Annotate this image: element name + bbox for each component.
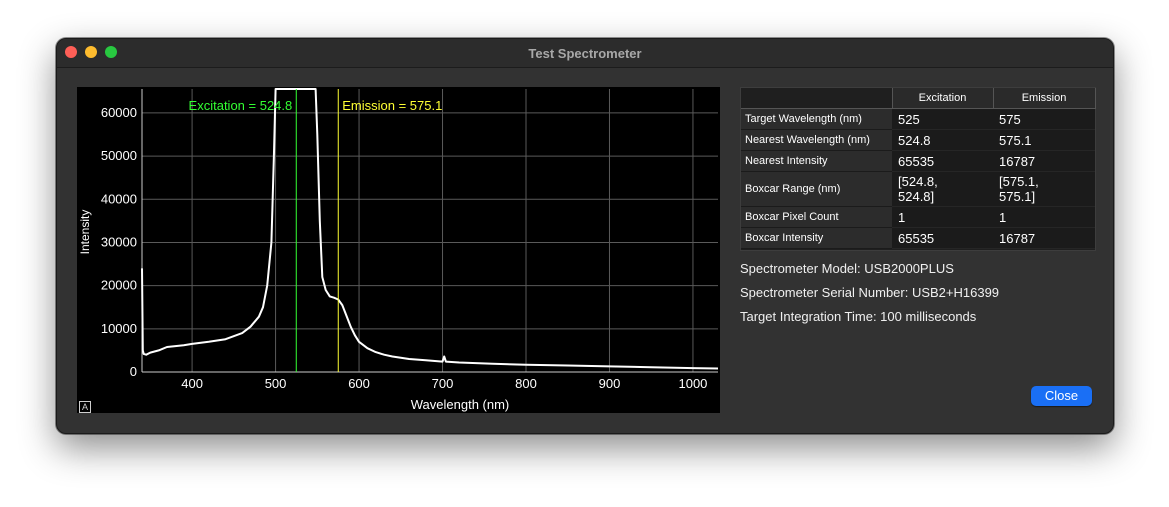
- close-button[interactable]: Close: [1031, 386, 1092, 406]
- table-corner: [741, 88, 893, 109]
- excitation-range-end: 524.8]: [898, 189, 935, 204]
- spectrometer-window: Test Spectrometer 400 500 600 700 800 900 1000…: [56, 38, 1114, 434]
- excitation-marker-label: Excitation = 524.8: [189, 98, 293, 113]
- table-row: Target Wavelength (nm) 525 575: [741, 108, 1095, 130]
- y-tick-label: 60000: [101, 105, 137, 120]
- emission-cell[interactable]: [575.1, 575.1]: [993, 171, 1095, 207]
- y-axis-label: Intensity: [78, 210, 92, 255]
- emission-cell[interactable]: 16787: [993, 150, 1095, 172]
- emission-marker-label: Emission = 575.1: [342, 98, 442, 113]
- x-tick-label: 400: [181, 376, 203, 391]
- emission-cell[interactable]: 16787: [993, 227, 1095, 249]
- table-row: Nearest Wavelength (nm) 524.8 575.1: [741, 129, 1095, 151]
- row-header: Boxcar Intensity: [741, 227, 892, 249]
- excitation-cell[interactable]: 65535: [892, 150, 993, 172]
- table-row: Boxcar Range (nm) [524.8, 524.8] [575.1, 5…: [741, 171, 1095, 207]
- column-header-emission[interactable]: Emission: [993, 88, 1096, 109]
- row-header: Nearest Wavelength (nm): [741, 129, 892, 151]
- autoscale-icon[interactable]: A: [79, 401, 91, 413]
- x-axis-label: Wavelength (nm): [411, 397, 510, 412]
- window-title: Test Spectrometer: [528, 46, 642, 61]
- excitation-cell[interactable]: 65535: [892, 227, 993, 249]
- column-header-excitation[interactable]: Excitation: [892, 88, 994, 109]
- y-tick-label: 40000: [101, 191, 137, 206]
- integration-time-label: Target Integration Time: 100 millisecond…: [740, 309, 977, 324]
- table-row: Boxcar Pixel Count 1 1: [741, 206, 1095, 228]
- excitation-cell[interactable]: 1: [892, 206, 993, 228]
- spectrum-series-line: [141, 88, 719, 370]
- emission-cell[interactable]: 1: [993, 206, 1095, 228]
- emission-range-start: [575.1,: [999, 174, 1039, 189]
- excitation-cell[interactable]: 525: [892, 108, 993, 130]
- y-tick-label: 50000: [101, 148, 137, 163]
- row-header: Nearest Intensity: [741, 150, 892, 172]
- spectrometer-model-label: Spectrometer Model: USB2000PLUS: [740, 261, 954, 276]
- x-tick-label: 900: [599, 376, 621, 391]
- table-row: Nearest Intensity 65535 16787: [741, 150, 1095, 172]
- x-tick-label: 600: [348, 376, 370, 391]
- excitation-cell[interactable]: [524.8, 524.8]: [892, 171, 993, 207]
- excitation-cell[interactable]: 524.8: [892, 129, 993, 151]
- row-header: Target Wavelength (nm): [741, 108, 892, 130]
- spectrum-chart-svg: 400 500 600 700 800 900 1000010000200003000040…: [78, 88, 719, 412]
- y-tick-label: 0: [130, 364, 137, 379]
- row-header: Boxcar Range (nm): [741, 171, 892, 207]
- y-tick-label: 30000: [101, 234, 137, 249]
- excitation-range-start: [524.8,: [898, 174, 938, 189]
- spectrum-plot[interactable]: 400 500 600 700 800 900 1000 0 10000 20000 30000 40…: [77, 87, 720, 413]
- title-bar: Test Spectrometer: [57, 39, 1113, 68]
- x-tick-label: 1000: [678, 376, 707, 391]
- y-tick-label: 10000: [101, 321, 137, 336]
- row-header: Boxcar Pixel Count: [741, 206, 892, 228]
- x-tick-label: 700: [432, 376, 454, 391]
- emission-cell[interactable]: 575: [993, 108, 1095, 130]
- y-tick-label: 20000: [101, 278, 137, 293]
- emission-cell[interactable]: 575.1: [993, 129, 1095, 151]
- x-tick-label: 500: [265, 376, 287, 391]
- serial-number-label: Spectrometer Serial Number: USB2+H16399: [740, 285, 1000, 300]
- table-row: Boxcar Intensity 65535 16787: [741, 227, 1095, 249]
- x-tick-label: 800: [515, 376, 537, 391]
- emission-range-end: 575.1]: [999, 189, 1036, 204]
- results-table: Excitation Emission Target Wavelength (n…: [740, 87, 1096, 251]
